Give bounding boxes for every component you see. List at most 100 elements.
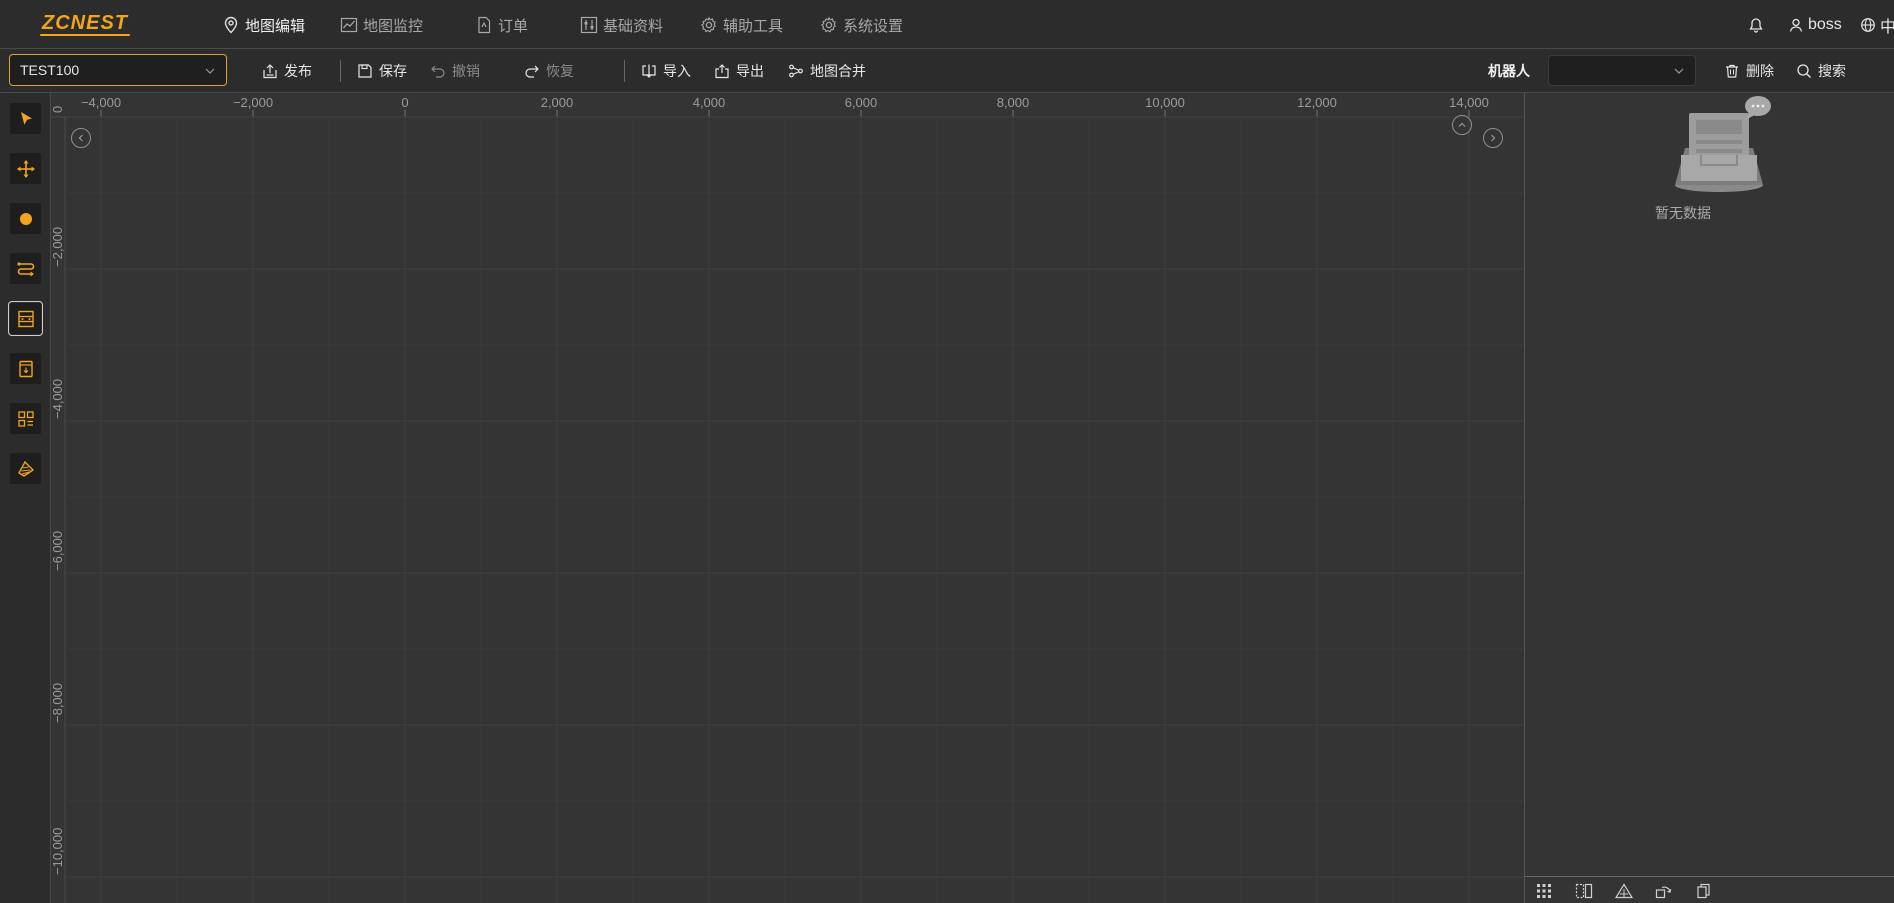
gear-icon: [700, 16, 717, 33]
move-tool[interactable]: [10, 153, 41, 184]
chevron-down-icon: [1674, 68, 1684, 74]
toolbar-divider: [624, 60, 625, 82]
brand-logo[interactable]: ZCNEST: [40, 12, 136, 38]
save-icon: [358, 64, 372, 78]
split-view-icon[interactable]: [1575, 883, 1593, 899]
grid-dots-icon[interactable]: [1535, 883, 1553, 899]
region-tool[interactable]: [10, 453, 41, 484]
merge-map-button[interactable]: 地图合并: [788, 61, 866, 81]
gear-icon: [820, 16, 837, 33]
drawing-tools-rail: [0, 93, 51, 903]
notification-bell[interactable]: [1748, 14, 1768, 36]
panel-bottom-toolbar: [1525, 876, 1894, 903]
map-select-dropdown[interactable]: TEST100: [9, 54, 227, 86]
x-axis-tick-label: 0: [401, 95, 408, 110]
station-icon: [18, 360, 33, 377]
shelf-tool[interactable]: [8, 301, 43, 336]
language-label: 中: [1880, 19, 1894, 36]
empty-inbox-icon: [1675, 96, 1771, 192]
document-icon: [478, 16, 491, 34]
line-chart-icon: [340, 17, 358, 33]
y-axis-tick-label: −2,000: [51, 227, 65, 267]
x-axis-tick-label: 6,000: [845, 95, 878, 110]
brand-logo-text: ZCNEST: [42, 12, 128, 34]
nav-item-label: 订单: [498, 17, 529, 35]
chevron-right-icon: [1491, 134, 1496, 142]
x-axis-tick-label: −2,000: [233, 95, 273, 110]
top-navigation-bar: ZCNEST 地图编辑 地图监控 订单 基础资料 辅助工具 系统设置 boss …: [0, 0, 1894, 49]
redo-button[interactable]: 恢复: [524, 61, 574, 81]
merge-icon: [789, 64, 803, 78]
import-label: 导入: [663, 63, 691, 79]
nav-item-orders[interactable]: 订单: [475, 14, 528, 36]
nav-item-map-monitor[interactable]: 地图监控: [340, 14, 423, 36]
y-axis-tick-label: 0: [51, 106, 65, 113]
x-axis-tick-label: 12,000: [1297, 95, 1337, 110]
y-axis-tick-label: −6,000: [51, 531, 65, 571]
chevron-up-icon: [1458, 122, 1466, 127]
nav-item-system-settings[interactable]: 系统设置: [820, 14, 903, 36]
nav-item-label: 系统设置: [843, 17, 904, 35]
publish-icon: [263, 64, 277, 79]
search-icon: [1797, 64, 1811, 78]
y-axis-tick-label: −8,000: [51, 683, 65, 723]
save-label: 保存: [379, 63, 407, 79]
toolbar-divider: [340, 60, 341, 82]
publish-label: 发布: [284, 63, 312, 79]
search-button[interactable]: 搜索: [1796, 61, 1846, 81]
nav-item-aux-tools[interactable]: 辅助工具: [700, 14, 783, 36]
copy-icon[interactable]: [1695, 883, 1713, 899]
brand-logo-underline: [40, 34, 130, 36]
triangle-warning-icon[interactable]: [1615, 883, 1633, 899]
nav-item-base-data[interactable]: 基础资料: [580, 14, 663, 36]
export-button[interactable]: 导出: [714, 61, 764, 81]
y-axis-tick-label: −4,000: [51, 379, 65, 419]
map-select-value: TEST100: [20, 62, 80, 78]
select-tool[interactable]: [10, 103, 41, 134]
undo-label: 撤销: [452, 63, 480, 79]
dot-icon: [19, 212, 32, 225]
y-axis-tick-label: −10,000: [51, 828, 65, 875]
map-canvas[interactable]: −4,000 −2,000 0 2,000 4,000 6,000 8,000 10,000 1…: [51, 93, 1524, 903]
undo-icon: [431, 65, 445, 78]
redo-icon: [525, 65, 539, 78]
username: boss: [1808, 16, 1842, 33]
pan-up-button[interactable]: [1452, 115, 1472, 135]
user-menu[interactable]: boss: [1788, 14, 1842, 36]
publish-button[interactable]: 发布: [262, 61, 312, 81]
robot-select-dropdown[interactable]: [1548, 55, 1696, 86]
rotate-icon[interactable]: [1655, 883, 1673, 899]
pan-right-button[interactable]: [1483, 128, 1503, 148]
export-label: 导出: [736, 63, 764, 79]
bell-icon: [1749, 18, 1763, 33]
delete-button[interactable]: 删除: [1724, 61, 1774, 81]
x-axis-tick-label: 10,000: [1145, 95, 1185, 110]
import-icon: [642, 64, 656, 78]
chevron-left-icon: [78, 134, 83, 142]
pan-left-button[interactable]: [71, 128, 91, 148]
nav-item-label: 地图编辑: [245, 17, 306, 35]
map-grid: −4,000 −2,000 0 2,000 4,000 6,000 8,000 10,000 1…: [51, 93, 1524, 903]
delete-label: 删除: [1746, 63, 1774, 79]
save-button[interactable]: 保存: [357, 61, 407, 81]
point-tool[interactable]: [10, 203, 41, 234]
x-axis-tick-label: 14,000: [1449, 95, 1489, 110]
nav-item-map-edit[interactable]: 地图编辑: [222, 14, 305, 36]
export-icon: [715, 64, 729, 79]
cursor-arrow-icon: [20, 111, 32, 125]
globe-icon: [1861, 18, 1875, 32]
area-group-tool[interactable]: [10, 403, 41, 434]
path-tool[interactable]: [10, 253, 41, 284]
import-button[interactable]: 导入: [641, 61, 691, 81]
language-switcher[interactable]: 中: [1860, 14, 1894, 36]
station-tool[interactable]: [10, 353, 41, 384]
x-axis-tick-label: 8,000: [997, 95, 1030, 110]
x-axis-tick-label: 4,000: [693, 95, 726, 110]
sliders-icon: [580, 16, 598, 34]
empty-state-text: 暂无数据: [1655, 205, 1711, 221]
x-axis-tick-label: 2,000: [541, 95, 574, 110]
x-axis-tick-label: −4,000: [81, 95, 121, 110]
nav-item-label: 基础资料: [603, 17, 664, 35]
undo-button[interactable]: 撤销: [430, 61, 480, 81]
nav-item-label: 地图监控: [363, 17, 424, 35]
